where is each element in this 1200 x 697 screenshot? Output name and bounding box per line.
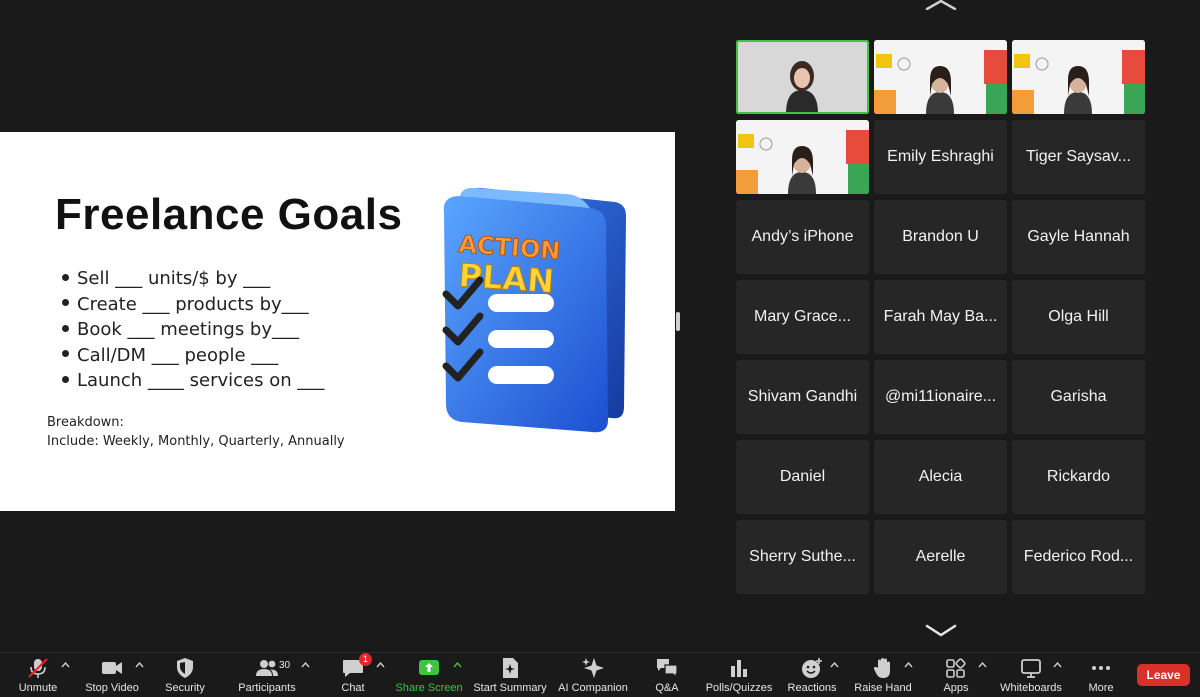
- participants-count: 30: [279, 660, 291, 671]
- chat-unread-badge: 1: [359, 653, 372, 666]
- participant-name: Olga Hill: [1048, 308, 1109, 325]
- bar-chart-icon: [731, 660, 747, 677]
- chat-button[interactable]: 1 Chat: [337, 653, 372, 697]
- qa-button[interactable]: Q&A: [652, 657, 682, 697]
- participant-name: Emily Eshraghi: [887, 148, 994, 165]
- participant-tile[interactable]: Tiger Saysav...: [1012, 120, 1145, 194]
- participant-tile[interactable]: @mi11ionaire...: [874, 360, 1007, 434]
- participants-button[interactable]: 30 Participants: [238, 657, 296, 697]
- participant-video-feed: [1012, 40, 1145, 114]
- slide-bullet: Book ___ meetings by___: [62, 317, 324, 343]
- participant-tile[interactable]: Sherry Suthe...: [736, 520, 869, 594]
- start-summary-button[interactable]: Start Summary: [473, 657, 547, 697]
- shared-screen: Freelance Goals Sell ___ units/$ by ___ …: [0, 132, 675, 511]
- whiteboards-options-caret-icon[interactable]: [1053, 662, 1062, 668]
- chat-options-caret-icon[interactable]: [376, 662, 385, 668]
- more-button[interactable]: More: [1086, 657, 1116, 697]
- participant-tile[interactable]: Aerelle: [874, 520, 1007, 594]
- participant-video-tile[interactable]: [1012, 40, 1145, 114]
- participant-tile[interactable]: Federico Rod...: [1012, 520, 1145, 594]
- security-button[interactable]: Security: [163, 657, 207, 697]
- participants-icon: [256, 660, 278, 676]
- slide-bullet: Call/DM ___ people ___: [62, 343, 324, 369]
- more-dots-icon: [1092, 666, 1110, 670]
- participant-video-feed: [736, 120, 869, 194]
- shield-icon: [177, 658, 193, 678]
- share-screen-icon: [419, 660, 439, 675]
- participant-tile[interactable]: Brandon U: [874, 200, 1007, 274]
- participant-tile[interactable]: Farah May Ba...: [874, 280, 1007, 354]
- share-options-caret-icon[interactable]: [453, 662, 462, 668]
- participant-name: Shivam Gandhi: [747, 388, 858, 405]
- raise-hand-options-caret-icon[interactable]: [904, 662, 913, 668]
- video-options-caret-icon[interactable]: [135, 662, 144, 668]
- participant-tile[interactable]: Mary Grace...: [736, 280, 869, 354]
- participant-tile[interactable]: Daniel: [736, 440, 869, 514]
- participant-tile[interactable]: Andy’s iPhone: [736, 200, 869, 274]
- leave-button[interactable]: Leave: [1137, 664, 1190, 686]
- slide-title: Freelance Goals: [55, 190, 403, 239]
- participant-name: Alecia: [918, 468, 963, 485]
- participant-name: Aerelle: [915, 548, 966, 565]
- participant-name: Mary Grace...: [754, 308, 851, 325]
- unmute-options-caret-icon[interactable]: [61, 662, 70, 668]
- whiteboard-icon: [1021, 659, 1041, 678]
- participant-name: Andy’s iPhone: [751, 228, 854, 245]
- summary-document-icon: [503, 658, 518, 678]
- participant-name: Tiger Saysav...: [1026, 148, 1131, 165]
- chat-icon-wrap: 1: [341, 653, 372, 679]
- participant-tile[interactable]: Rickardo: [1012, 440, 1145, 514]
- raised-hand-icon: [873, 658, 890, 678]
- participant-tile[interactable]: Gayle Hannah: [1012, 200, 1145, 274]
- participant-name: Gayle Hannah: [1027, 228, 1130, 245]
- participant-video-tile[interactable]: [736, 40, 869, 114]
- participant-tile[interactable]: Shivam Gandhi: [736, 360, 869, 434]
- apps-grid-icon: [946, 658, 966, 678]
- slide-bullet: Launch ____ services on ___: [62, 368, 324, 394]
- participant-name: Federico Rod...: [1023, 548, 1134, 565]
- apps-button[interactable]: Apps: [940, 657, 972, 697]
- video-camera-icon: [102, 662, 122, 674]
- unmute-button[interactable]: Unmute: [16, 657, 60, 697]
- qa-bubbles-icon: [657, 659, 678, 679]
- scroll-up-chevron-icon[interactable]: [924, 0, 958, 10]
- participant-video-tile[interactable]: [874, 40, 1007, 114]
- participant-tile[interactable]: Olga Hill: [1012, 280, 1145, 354]
- participant-video-feed: [736, 40, 869, 114]
- participant-name: Sherry Suthe...: [749, 548, 856, 565]
- participant-video-feed: [874, 40, 1007, 114]
- participant-video-tile[interactable]: [736, 120, 869, 194]
- sparkle-icon: [582, 658, 604, 678]
- slide-bullet: Sell ___ units/$ by ___: [62, 266, 324, 292]
- emoji-smile-icon: [802, 658, 822, 678]
- slide-bullet-list: Sell ___ units/$ by ___ Create ___ produ…: [62, 266, 324, 394]
- polls-quizzes-button[interactable]: Polls/Quizzes: [706, 657, 772, 697]
- slide-breakdown: Breakdown: Include: Weekly, Monthly, Qua…: [47, 413, 345, 451]
- action-plan-clipboard-icon: ACTION PLAN: [442, 187, 626, 433]
- stop-video-button[interactable]: Stop Video: [84, 657, 140, 697]
- scroll-down-chevron-icon[interactable]: [924, 622, 958, 638]
- participant-tile[interactable]: Emily Eshraghi: [874, 120, 1007, 194]
- split-resize-handle[interactable]: [676, 312, 680, 331]
- participant-name: Garisha: [1050, 388, 1107, 405]
- participant-name: Rickardo: [1046, 468, 1111, 485]
- participant-tile[interactable]: Alecia: [874, 440, 1007, 514]
- participants-options-caret-icon[interactable]: [301, 662, 310, 668]
- participant-tile[interactable]: Garisha: [1012, 360, 1145, 434]
- slide-bullet: Create ___ products by___: [62, 292, 324, 318]
- participant-name: @mi11ionaire...: [884, 388, 997, 405]
- microphone-muted-icon: [28, 658, 48, 678]
- breakdown-text: Include: Weekly, Monthly, Quarterly, Ann…: [47, 434, 345, 449]
- ai-companion-button[interactable]: AI Companion: [558, 657, 628, 697]
- participants-icon-wrap: 30: [255, 657, 290, 679]
- participant-name: Daniel: [779, 468, 826, 485]
- breakdown-label: Breakdown:: [47, 415, 124, 430]
- participant-name: Farah May Ba...: [883, 308, 998, 325]
- participant-name: Brandon U: [902, 228, 979, 245]
- apps-options-caret-icon[interactable]: [978, 662, 987, 668]
- reactions-options-caret-icon[interactable]: [830, 662, 839, 668]
- meeting-toolbar: Unmute Stop Video Security 30 Participan…: [0, 652, 1200, 697]
